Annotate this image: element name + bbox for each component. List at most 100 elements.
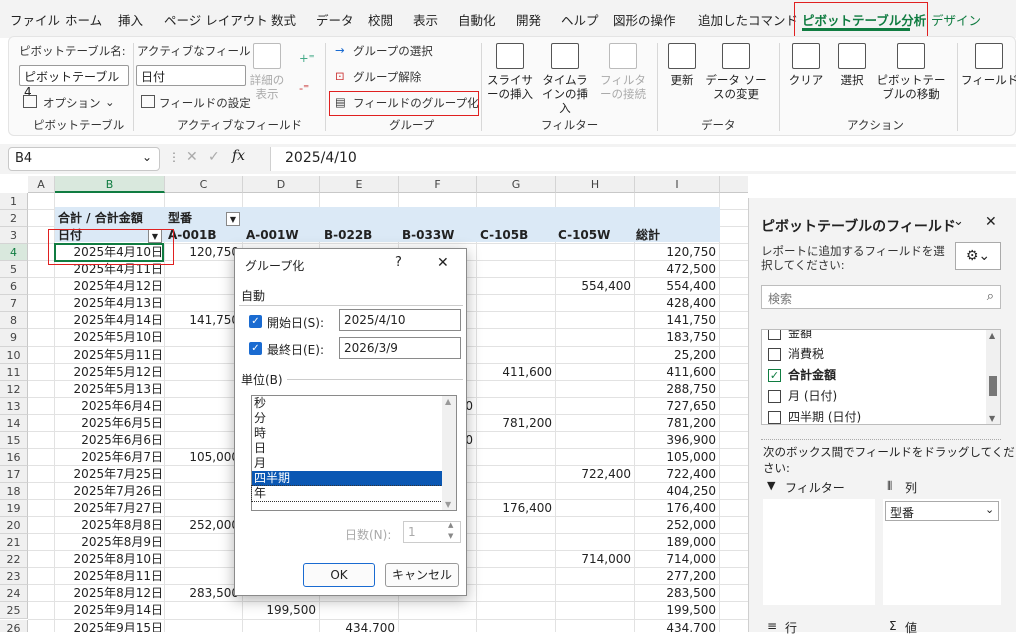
enter-icon[interactable]: ✓	[208, 149, 220, 165]
pivot-date-cell[interactable]: 2025年5月12日	[55, 364, 163, 381]
row-header[interactable]: 15	[0, 431, 28, 449]
move-pivottable-button[interactable]: ピボットテーブルの移動	[873, 43, 949, 101]
column-header[interactable]: A	[28, 176, 55, 193]
filter-connections-button[interactable]: フィルターの接続	[595, 43, 651, 101]
row-header[interactable]: 26	[0, 619, 28, 632]
cancel-button[interactable]: キャンセル	[385, 563, 459, 587]
formula-input[interactable]: 2025/4/10	[270, 147, 1016, 171]
pivot-grand-total-cell[interactable]: 176,400	[635, 500, 716, 517]
pivot-date-cell[interactable]: 2025年5月10日	[55, 329, 163, 346]
unit-list-item[interactable]: 四半期	[252, 471, 442, 486]
pivot-value-cell[interactable]: 199,500	[243, 602, 316, 619]
field-checkbox[interactable]	[768, 390, 781, 403]
row-header[interactable]: 17	[0, 465, 28, 483]
column-header[interactable]: J	[720, 176, 748, 193]
pivot-date-cell[interactable]: 2025年6月7日	[55, 449, 163, 466]
search-icon[interactable]: ⌕	[987, 289, 994, 304]
pivot-grand-total-cell[interactable]: 396,900	[635, 432, 716, 449]
pivot-grand-total-cell[interactable]: 189,000	[635, 534, 716, 551]
pivot-value-cell[interactable]: 141,750	[165, 312, 239, 329]
pivot-value-header[interactable]: 合計 / 合計金額	[58, 210, 163, 227]
field-search-box[interactable]: 検索 ⌕	[761, 285, 1001, 309]
row-header[interactable]: 20	[0, 517, 28, 535]
unit-list-item[interactable]: 時	[252, 426, 442, 441]
pivot-date-cell[interactable]: 2025年8月9日	[55, 534, 163, 551]
pivot-grand-total-cell[interactable]: 722,400	[635, 466, 716, 483]
row-header[interactable]: 12	[0, 380, 28, 398]
unit-list-item[interactable]: 月	[252, 456, 442, 471]
pivot-grand-total-cell[interactable]: 404,250	[635, 483, 716, 500]
collapse-field-icon[interactable]: -⁼	[299, 81, 309, 95]
row-header[interactable]: 25	[0, 602, 28, 620]
pivot-grand-total-cell[interactable]: 183,750	[635, 329, 716, 346]
column-header[interactable]: B	[55, 176, 165, 193]
end-date-input[interactable]: 2026/3/9	[339, 337, 461, 359]
row-header[interactable]: 1	[0, 193, 28, 211]
unit-list-item[interactable]: 分	[252, 411, 442, 426]
name-box-dropdown-icon[interactable]: ⌄	[142, 150, 152, 164]
scroll-up-icon[interactable]: ▲	[445, 397, 451, 406]
group-selection-button[interactable]: グループの選択	[353, 43, 433, 59]
cancel-icon[interactable]: ✕	[186, 149, 198, 165]
pivot-grand-total-cell[interactable]: 120,750	[635, 244, 716, 261]
pivot-date-cell[interactable]: 2025年4月13日	[55, 295, 163, 312]
insert-timeline-button[interactable]: タイムラインの挿入	[537, 43, 593, 115]
column-header[interactable]: F	[399, 176, 477, 193]
pivot-grand-total-cell[interactable]: 554,400	[635, 278, 716, 295]
pivot-date-cell[interactable]: 2025年7月26日	[55, 483, 163, 500]
pivot-value-cell[interactable]: 434,700	[320, 620, 395, 633]
pivot-date-cell[interactable]: 2025年7月27日	[55, 500, 163, 517]
row-header[interactable]: 22	[0, 551, 28, 569]
pt-name-input[interactable]: ピボットテーブル4	[19, 65, 129, 99]
refresh-button[interactable]: 更新	[663, 43, 701, 87]
column-header[interactable]: E	[320, 176, 399, 193]
field-item-label[interactable]: 月 (日付)	[788, 387, 837, 404]
end-date-checkbox[interactable]: ✓	[249, 342, 262, 355]
column-field-dropdown-icon[interactable]: ⌄	[985, 503, 994, 516]
pivot-value-cell[interactable]: 105,000	[165, 449, 239, 466]
row-header[interactable]: 24	[0, 585, 28, 603]
pivot-grand-total-cell[interactable]: 277,200	[635, 568, 716, 585]
pivot-date-cell[interactable]: 2025年5月11日	[55, 347, 163, 364]
pivot-column-header[interactable]: 総計	[636, 227, 712, 244]
pivot-date-cell[interactable]: 2025年8月8日	[55, 517, 163, 534]
pivot-value-cell[interactable]: 411,600	[477, 364, 552, 381]
pivot-date-cell[interactable]: 2025年5月13日	[55, 381, 163, 398]
clear-button[interactable]: クリア	[785, 43, 827, 87]
row-header[interactable]: 19	[0, 500, 28, 518]
pivot-grand-total-cell[interactable]: 141,750	[635, 312, 716, 329]
options-dropdown-icon[interactable]: ⌄	[105, 95, 115, 109]
columns-drop-area[interactable]: 型番 ⌄	[883, 499, 1001, 605]
pivot-value-cell[interactable]: 120,750	[165, 244, 239, 261]
pivot-grand-total-cell[interactable]: 428,400	[635, 295, 716, 312]
row-header[interactable]: 3	[0, 227, 28, 245]
pivot-date-cell[interactable]: 2025年6月5日	[55, 415, 163, 432]
field-item-label[interactable]: 合計金額	[788, 366, 836, 383]
pivot-date-cell[interactable]: 2025年8月12日	[55, 585, 163, 602]
pivot-value-cell[interactable]: 283,500	[165, 585, 239, 602]
scroll-down-icon[interactable]: ▼	[989, 414, 995, 423]
row-header[interactable]: 9	[0, 329, 28, 347]
column-header[interactable]: C	[165, 176, 243, 193]
ok-button[interactable]: OK	[303, 563, 375, 587]
pivot-column-field-label[interactable]: 型番	[168, 210, 228, 227]
field-list-button[interactable]: フィールド/セット	[961, 43, 1016, 87]
row-header[interactable]: 11	[0, 363, 28, 381]
expand-field-icon[interactable]: +⁼	[299, 51, 315, 65]
column-field-item[interactable]: 型番	[885, 501, 999, 521]
unit-list-item[interactable]: 年	[251, 485, 443, 502]
pivot-grand-total-cell[interactable]: 727,650	[635, 398, 716, 415]
options-button[interactable]: オプション	[43, 95, 101, 111]
days-spin-down-icon[interactable]: ▼	[448, 532, 453, 540]
column-filter-dropdown-icon[interactable]: ▼	[226, 212, 240, 227]
field-list[interactable]: 金額 消費税 ✓ 合計金額月 (日付) 四半期 (日付) ▲ ▼	[761, 329, 1001, 425]
field-item-label[interactable]: 四半期 (日付)	[788, 408, 861, 424]
pivot-column-header[interactable]: A-001B	[168, 227, 244, 244]
row-header[interactable]: 5	[0, 261, 28, 279]
pivot-value-cell[interactable]: 252,000	[165, 517, 239, 534]
pivot-grand-total-cell[interactable]: 434,700	[635, 620, 716, 633]
active-field-input[interactable]: 日付	[136, 65, 246, 86]
field-settings-button[interactable]: フィールドの設定	[159, 95, 251, 111]
pivot-grand-total-cell[interactable]: 411,600	[635, 364, 716, 381]
unit-list-item[interactable]: 秒	[252, 396, 442, 411]
